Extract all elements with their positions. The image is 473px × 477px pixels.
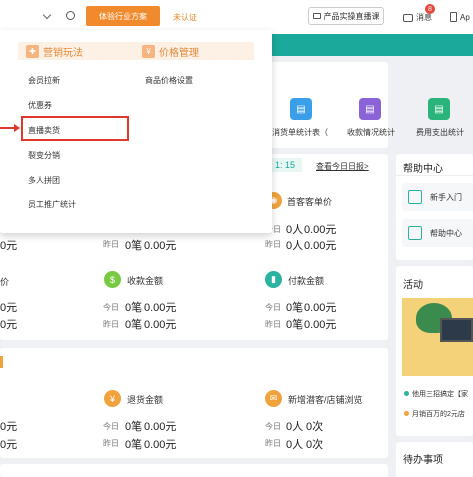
todo-title: 待办事项 <box>403 455 443 466</box>
menu-item-staff-promotion[interactable]: 员工推广统计 <box>28 199 76 210</box>
section2-right-today-count: 0人 <box>286 421 304 433</box>
row2-right-yest-count: 0笔 <box>286 319 304 331</box>
activity-title: 活动 <box>403 280 423 291</box>
cert-status[interactable]: 未认证 <box>173 12 197 23</box>
row1-mid-yest-label: 昨日 <box>103 240 119 249</box>
section2-marker <box>0 356 3 368</box>
section2-mid-yest-amount: 0.00元 <box>144 439 177 451</box>
row1-right-yest-amount: 0.00元 <box>304 240 337 252</box>
row2-mid-today-count: 0笔 <box>125 302 143 314</box>
payment-amount-icon: ▮ <box>265 271 282 288</box>
help-divider <box>396 175 473 176</box>
help-center-title: 帮助中心 <box>403 164 443 175</box>
section2-right-yest-count: 0人 <box>286 439 304 451</box>
shortcut-expense-label[interactable]: 费用支出统计 <box>416 127 464 138</box>
row1-mid-yest-count: 0笔 <box>125 240 143 252</box>
row1-right-today-amount: 0.00元 <box>304 224 337 236</box>
row2-right-today-amount: 0.00元 <box>304 302 337 314</box>
shortcut-shipment-label[interactable]: 消货单统计表（ <box>272 127 328 138</box>
row1-right-yest-count: 0人 <box>286 240 304 252</box>
section2-left-value-1: 0元 <box>0 421 18 433</box>
row2-right-today-count: 0笔 <box>286 302 304 314</box>
row2-left-value-1: 0元 <box>0 302 18 314</box>
activity-item-label: 他用三招搞定【家 <box>412 391 468 398</box>
live-course-label: 产品实操直播课 <box>323 11 380 21</box>
section2-mid-title: 退货金额 <box>127 395 164 405</box>
row1-left-value: 0元 <box>0 240 18 252</box>
section2-left-value-2: 0元 <box>0 439 18 451</box>
bullet-icon <box>404 411 409 416</box>
section2-mid-today-label: 今日 <box>103 422 119 431</box>
checklist-icon <box>408 190 422 204</box>
selected-item-highlight <box>21 116 129 141</box>
section2-right-yest-label: 昨日 <box>265 439 281 448</box>
app-label: Ap <box>460 12 470 22</box>
section2-right-yest-amount: 0次 <box>306 439 324 451</box>
row1-right-title: 首客客单价 <box>287 197 333 207</box>
menu-item-fission-distribution[interactable]: 裂变分销 <box>28 150 60 161</box>
help-item-getting-started[interactable]: 新手入门 <box>402 183 473 211</box>
menu-item-price-settings[interactable]: 商品价格设置 <box>145 75 193 86</box>
shipment-stats-icon[interactable]: ▤ <box>290 98 312 120</box>
tv-icon <box>312 13 321 19</box>
collection-stats-icon[interactable]: ▤ <box>359 98 381 120</box>
gear-icon[interactable] <box>66 11 75 20</box>
activity-item-1[interactable]: 他用三招搞定【家 <box>404 389 468 399</box>
message-icon <box>403 13 413 22</box>
section3-panel <box>0 464 388 477</box>
marketing-icon: ✚ <box>26 44 39 58</box>
section2-right-today-amount: 0次 <box>306 421 324 433</box>
row2-right-today-label: 今日 <box>265 303 281 312</box>
phone-icon <box>450 12 457 22</box>
trial-industry-button[interactable]: 体验行业方案 <box>86 6 160 26</box>
row2-mid-today-amount: 0.00元 <box>144 302 177 314</box>
row2-right-yest-label: 昨日 <box>265 320 281 329</box>
row2-right-title: 付款金额 <box>288 276 325 286</box>
menu-col1-title: 营销玩法 <box>43 47 83 59</box>
help-item-label: 帮助中心 <box>430 228 462 238</box>
row2-mid-today-label: 今日 <box>103 303 119 312</box>
row2-mid-yest-count: 0笔 <box>125 319 143 331</box>
row2-left-title: 价 <box>0 277 10 287</box>
row2-left-value-2: 0元 <box>0 319 18 331</box>
row2-mid-title: 收款金额 <box>127 276 164 286</box>
menu-col2-header: ¥ 价格管理 <box>134 42 254 60</box>
row2-mid-yest-label: 昨日 <box>103 320 119 329</box>
receipt-amount-icon: $ <box>104 271 121 288</box>
section2-mid-yest-label: 昨日 <box>103 439 119 448</box>
bullet-icon <box>404 391 409 396</box>
refund-amount-icon: ¥ <box>104 390 121 407</box>
activity-item-2[interactable]: 月销百万的2元店 <box>404 409 465 419</box>
price-tag-icon: ¥ <box>142 44 155 58</box>
app-button[interactable]: Ap <box>450 12 470 22</box>
shortcut-collection-label[interactable]: 收款情况统计 <box>347 127 395 138</box>
help-item-help-center[interactable]: 帮助中心 <box>402 219 473 247</box>
menu-item-member-acquisition[interactable]: 会员拉新 <box>28 75 60 86</box>
menu-col1-header: ✚ 营销玩法 <box>18 42 138 60</box>
row1-right-today-count: 0人 <box>286 224 304 236</box>
section2-right-title: 新增潜客/店铺浏览 <box>288 395 363 405</box>
section2-mid-today-amount: 0.00元 <box>144 421 177 433</box>
view-today-report-link[interactable]: 查看今日日报> <box>316 161 369 172</box>
section2-mid-today-count: 0笔 <box>125 421 143 433</box>
section2-right-today-label: 今日 <box>265 422 281 431</box>
document-icon <box>408 226 422 240</box>
help-item-label: 新手入门 <box>430 192 462 202</box>
menu-item-coupons[interactable]: 优惠券 <box>28 100 52 111</box>
live-course-button[interactable]: 产品实操直播课 <box>308 7 384 25</box>
activity-item-label: 月销百万的2元店 <box>412 411 465 418</box>
menu-col2-title: 价格管理 <box>159 47 199 59</box>
new-prospects-icon: ✉ <box>265 390 282 407</box>
time-display: 1: 15 <box>268 158 302 172</box>
row2-mid-yest-amount: 0.00元 <box>144 319 177 331</box>
row1-right-yest-label: 昨日 <box>265 240 281 249</box>
message-count-badge: 8 <box>425 4 435 14</box>
menu-item-group-buy[interactable]: 多人拼团 <box>28 175 60 186</box>
row1-mid-yest-amount: 0.00元 <box>144 240 177 252</box>
section2-mid-yest-count: 0笔 <box>125 439 143 451</box>
row2-right-yest-amount: 0.00元 <box>304 319 337 331</box>
expense-stats-icon[interactable]: ▤ <box>428 98 450 120</box>
annotation-arrow-icon <box>14 124 20 132</box>
promo-tv-illustration <box>440 318 473 342</box>
